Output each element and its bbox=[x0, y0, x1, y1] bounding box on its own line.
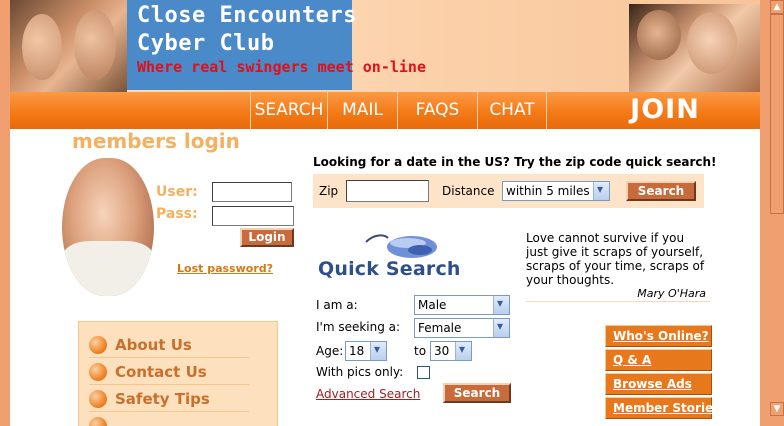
password-input[interactable] bbox=[212, 206, 294, 226]
age-from-select[interactable]: 18 bbox=[345, 341, 387, 361]
browse-ads-link[interactable]: Browse Ads bbox=[605, 373, 712, 395]
nav-mail[interactable]: MAIL bbox=[327, 92, 397, 129]
couple-photo-left bbox=[10, 0, 127, 92]
quote-author: Mary O'Hara bbox=[637, 287, 706, 300]
site-title-line-2: Cyber Club bbox=[137, 31, 275, 56]
orange-ball-bullet-icon bbox=[89, 336, 107, 354]
i-am-label: I am a: bbox=[316, 298, 358, 312]
side-menu: About Us Contact Us Safety Tips bbox=[78, 321, 278, 426]
seeking-select[interactable]: Female bbox=[414, 318, 510, 338]
scroll-thumb[interactable] bbox=[770, 14, 784, 214]
age-to-label: to bbox=[414, 344, 427, 358]
orange-ball-bullet-icon bbox=[89, 363, 107, 381]
quote-divider bbox=[526, 301, 710, 302]
orange-ball-bullet-icon bbox=[89, 417, 107, 426]
seeking-label: I'm seeking a: bbox=[316, 320, 401, 334]
menu-item-contact-us[interactable]: Contact Us bbox=[89, 361, 249, 385]
pics-only-label: With pics only: bbox=[316, 365, 404, 379]
menu-item-safety-tips[interactable]: Safety Tips bbox=[89, 388, 249, 412]
seeking-select-value: Female bbox=[418, 321, 462, 335]
scroll-up-arrow-icon[interactable]: ▲ bbox=[770, 0, 784, 14]
whos-online-link[interactable]: Who's Online? bbox=[605, 325, 712, 347]
nav-search[interactable]: SEARCH bbox=[250, 92, 327, 129]
pics-only-checkbox[interactable] bbox=[417, 366, 430, 379]
chevron-down-icon[interactable] bbox=[593, 182, 609, 200]
quote-text: Love cannot survive if you just give it … bbox=[526, 231, 705, 287]
zip-search-bar: Zip Distance within 5 miles Search bbox=[313, 174, 704, 208]
site-tagline: Where real swingers meet on-line bbox=[137, 58, 426, 76]
chevron-down-icon[interactable] bbox=[493, 319, 509, 337]
distance-label: Distance bbox=[442, 184, 495, 198]
login-couple-photo bbox=[62, 158, 154, 296]
distance-select[interactable]: within 5 miles bbox=[502, 181, 610, 201]
main-nav: SEARCH MAIL FAQS CHAT JOIN bbox=[10, 92, 760, 129]
menu-item-more[interactable] bbox=[89, 415, 249, 426]
page: Close Encounters Cyber Club Where real s… bbox=[10, 0, 760, 426]
quick-search-button[interactable]: Search bbox=[443, 383, 511, 403]
qa-link[interactable]: Q & A bbox=[605, 349, 712, 371]
age-to-value: 30 bbox=[434, 344, 450, 358]
chevron-down-icon[interactable] bbox=[493, 296, 509, 314]
lost-password-link[interactable]: Lost password? bbox=[177, 262, 273, 275]
distance-select-value: within 5 miles bbox=[506, 184, 590, 198]
zip-input[interactable] bbox=[346, 180, 429, 202]
menu-item-label: Safety Tips bbox=[115, 390, 210, 408]
zip-label: Zip bbox=[319, 184, 339, 198]
scroll-down-arrow-icon[interactable]: ▼ bbox=[770, 402, 784, 416]
chevron-down-icon[interactable] bbox=[370, 342, 386, 360]
advanced-search-link[interactable]: Advanced Search bbox=[316, 387, 420, 401]
member-stories-link[interactable]: Member Stories bbox=[605, 397, 720, 419]
menu-item-label: Contact Us bbox=[115, 363, 207, 381]
site-header: Close Encounters Cyber Club Where real s… bbox=[10, 0, 760, 92]
zip-search-heading: Looking for a date in the US? Try the zi… bbox=[313, 155, 717, 169]
i-am-select[interactable]: Male bbox=[414, 295, 510, 315]
username-input[interactable] bbox=[212, 182, 292, 202]
i-am-select-value: Male bbox=[418, 298, 447, 312]
computer-mouse-icon bbox=[365, 234, 437, 258]
nav-faqs[interactable]: FAQS bbox=[397, 92, 477, 129]
menu-item-about-us[interactable]: About Us bbox=[89, 334, 249, 358]
zip-search-button[interactable]: Search bbox=[626, 181, 696, 201]
chevron-down-icon[interactable] bbox=[455, 342, 471, 360]
age-to-select[interactable]: 30 bbox=[430, 341, 472, 361]
pass-label: Pass: bbox=[156, 206, 198, 222]
site-title-line-1: Close Encounters bbox=[137, 3, 357, 28]
nav-chat[interactable]: CHAT bbox=[477, 92, 547, 129]
vertical-scrollbar[interactable]: ▲ ▼ bbox=[770, 0, 784, 426]
login-title: members login bbox=[72, 129, 240, 153]
age-label: Age: bbox=[316, 344, 344, 358]
age-from-value: 18 bbox=[349, 344, 365, 358]
orange-ball-bullet-icon bbox=[89, 390, 107, 408]
quick-search-title: Quick Search bbox=[318, 258, 461, 280]
couple-photo-right bbox=[629, 4, 760, 92]
user-label: User: bbox=[156, 184, 198, 200]
nav-join[interactable]: JOIN bbox=[610, 92, 720, 129]
menu-item-label: About Us bbox=[115, 336, 192, 354]
login-button[interactable]: Login bbox=[240, 228, 294, 247]
